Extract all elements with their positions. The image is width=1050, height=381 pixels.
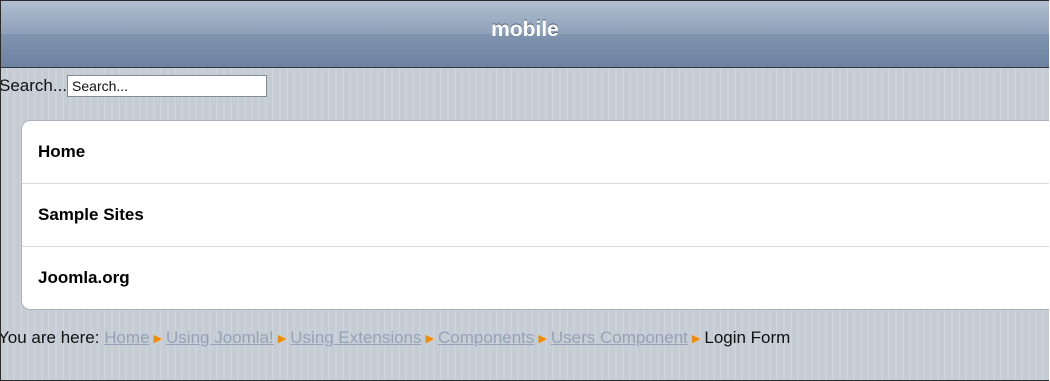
breadcrumb-link-using-joomla[interactable]: Using Joomla!	[166, 328, 274, 347]
search-input[interactable]	[67, 75, 268, 97]
breadcrumb-prefix: You are here:	[0, 328, 100, 347]
breadcrumb-link-using-extensions[interactable]: Using Extensions	[290, 328, 421, 347]
header-toolbar: mobile	[1, 1, 1049, 68]
arrow-right-icon: ▶	[153, 333, 163, 345]
menu-item-home[interactable]: Home	[22, 121, 1049, 184]
breadcrumb-current: Login Form	[704, 328, 791, 347]
menu-item-joomla-org[interactable]: Joomla.org	[22, 247, 1049, 309]
breadcrumb-link-home[interactable]: Home	[104, 328, 149, 347]
menu-item-label: Sample Sites	[38, 205, 144, 224]
breadcrumb-link-components[interactable]: Components	[438, 328, 534, 347]
main-menu: Home Sample Sites Joomla.org	[21, 120, 1049, 310]
arrow-right-icon: ▶	[425, 333, 435, 345]
arrow-right-icon: ▶	[691, 333, 701, 345]
menu-item-label: Home	[38, 142, 86, 161]
arrow-right-icon: ▶	[538, 333, 547, 345]
menu-item-sample-sites[interactable]: Sample Sites	[22, 184, 1049, 247]
search-bar: Search...	[1, 68, 1049, 104]
breadcrumb: You are here: Home ▶ Using Joomla! ▶ Using E…	[0, 328, 1049, 348]
breadcrumb-link-users-component[interactable]: Users Component	[551, 328, 688, 347]
menu-item-label: Joomla.org	[38, 268, 130, 287]
arrow-right-icon: ▶	[277, 333, 287, 345]
search-label: Search...	[0, 76, 68, 95]
page-frame: mobile Search... Home Sample Sites Jooml…	[0, 0, 1049, 381]
page-title: mobile	[491, 18, 559, 41]
